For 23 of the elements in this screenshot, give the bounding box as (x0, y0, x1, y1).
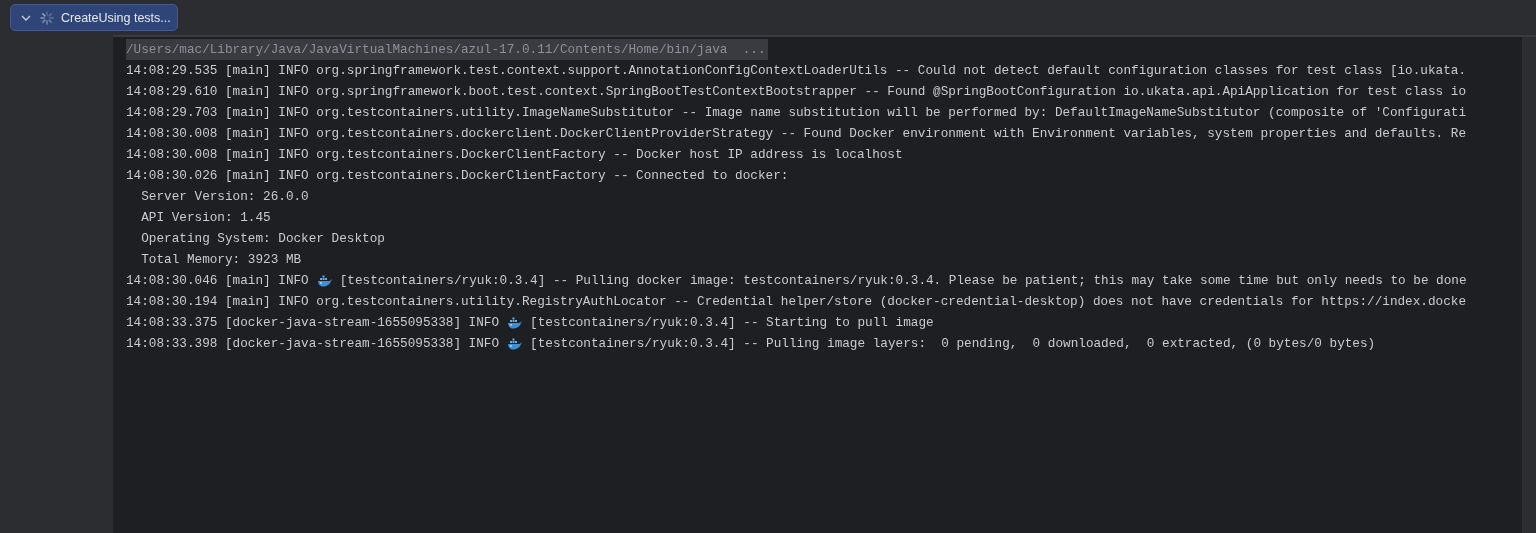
log-message: [testcontainers/ryuk:0.3.4] -- Pulling docker image: testcontainers/ryuk:0.3.4. Please be patient; this may take some time but only needs to be done (339, 273, 1467, 288)
log-prefix: 14:08:30.046 [main] INFO (126, 273, 309, 288)
log-line: API Version: 1.45 (140, 210, 271, 225)
spinner-icon (39, 9, 55, 26)
log-line: Server Version: 26.0.0 (140, 189, 309, 204)
log-message: [testcontainers/ryuk:0.3.4] -- Starting to pull image (530, 315, 934, 330)
whale-icon (507, 316, 523, 329)
log-line: 14:08:29.535 [main] INFO org.springframework.test.context.support.AnnotationConfigContextLoaderUtils -- Could not detect default configuration classes for test class [io.ukata. (126, 63, 1467, 78)
log-line: 14:08:30.026 [main] INFO org.testcontainers.DockerClientFactory -- Connected to docker: (126, 168, 789, 183)
log-line: 14:08:30.194 [main] INFO org.testcontainers.utility.RegistryAuthLocator -- Credential helper/store (docker-credential-desktop) does not have credentials for https://index.docke (126, 294, 1467, 309)
log-prefix: 14:08:33.375 [docker-java-stream-1655095338] INFO (126, 315, 500, 330)
run-tab[interactable]: CreateUsing tests... (10, 4, 178, 31)
log-line: 14:08:30.008 [main] INFO org.testcontainers.dockerclient.DockerClientProviderStrategy -- Found Docker environment with Environment variables, system properties and defaults. Re (126, 126, 1467, 141)
log-message: [testcontainers/ryuk:0.3.4] -- Pulling image layers: 0 pending, 0 downloaded, 0 extracted, (0 bytes/0 bytes) (530, 336, 1376, 351)
log-line: 14:08:29.703 [main] INFO org.testcontainers.utility.ImageNameSubstitutor -- Image name substitution will be performed by: DefaultImageNameSubstitutor (composite of 'Configurati (126, 105, 1467, 120)
log-line: Total Memory: 3923 MB (140, 252, 302, 267)
log-line: 14:08:29.610 [main] INFO org.springframework.boot.test.context.SpringBootTestContextBootstrapper -- Found @SpringBootConfiguration io.ukata.api.ApiApplication for test class io (126, 84, 1467, 99)
whale-icon (316, 274, 332, 287)
whale-icon (507, 337, 523, 350)
log-line: Operating System: Docker Desktop (140, 231, 385, 246)
scrollbar[interactable] (1522, 37, 1536, 533)
log-line: 14:08:30.008 [main] INFO org.testcontainers.DockerClientFactory -- Docker host IP address is localhost (126, 147, 903, 162)
log-prefix: 14:08:33.398 [docker-java-stream-1655095338] INFO (126, 336, 500, 351)
